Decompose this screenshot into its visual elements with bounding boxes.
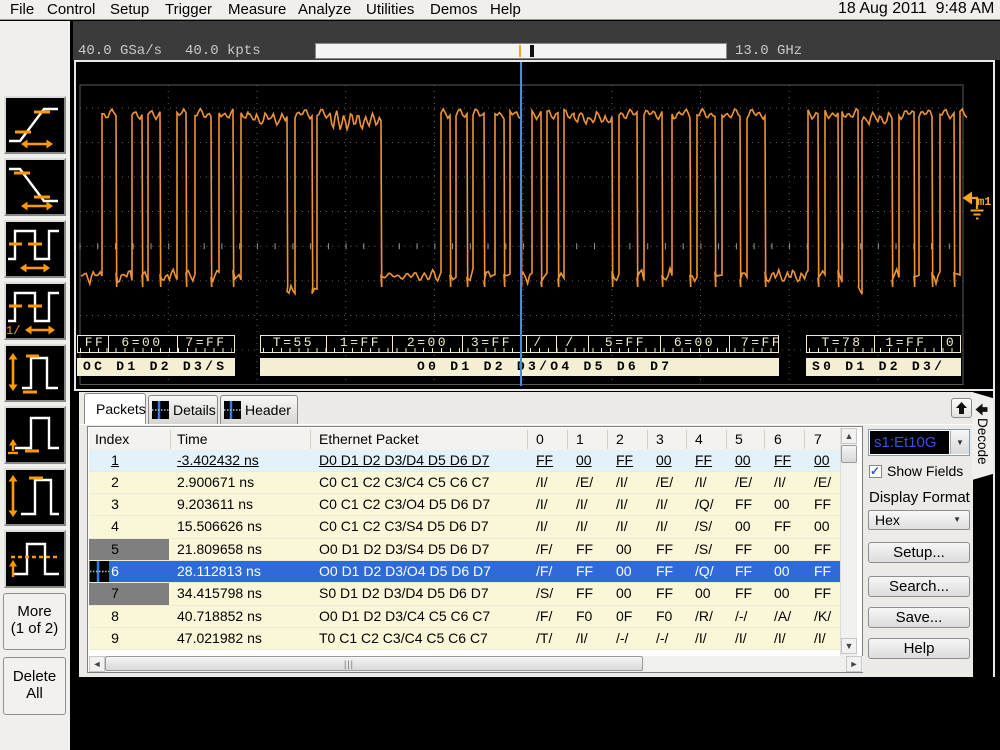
svg-text:m1: m1: [978, 196, 992, 209]
svg-text:1/: 1/: [6, 324, 20, 336]
